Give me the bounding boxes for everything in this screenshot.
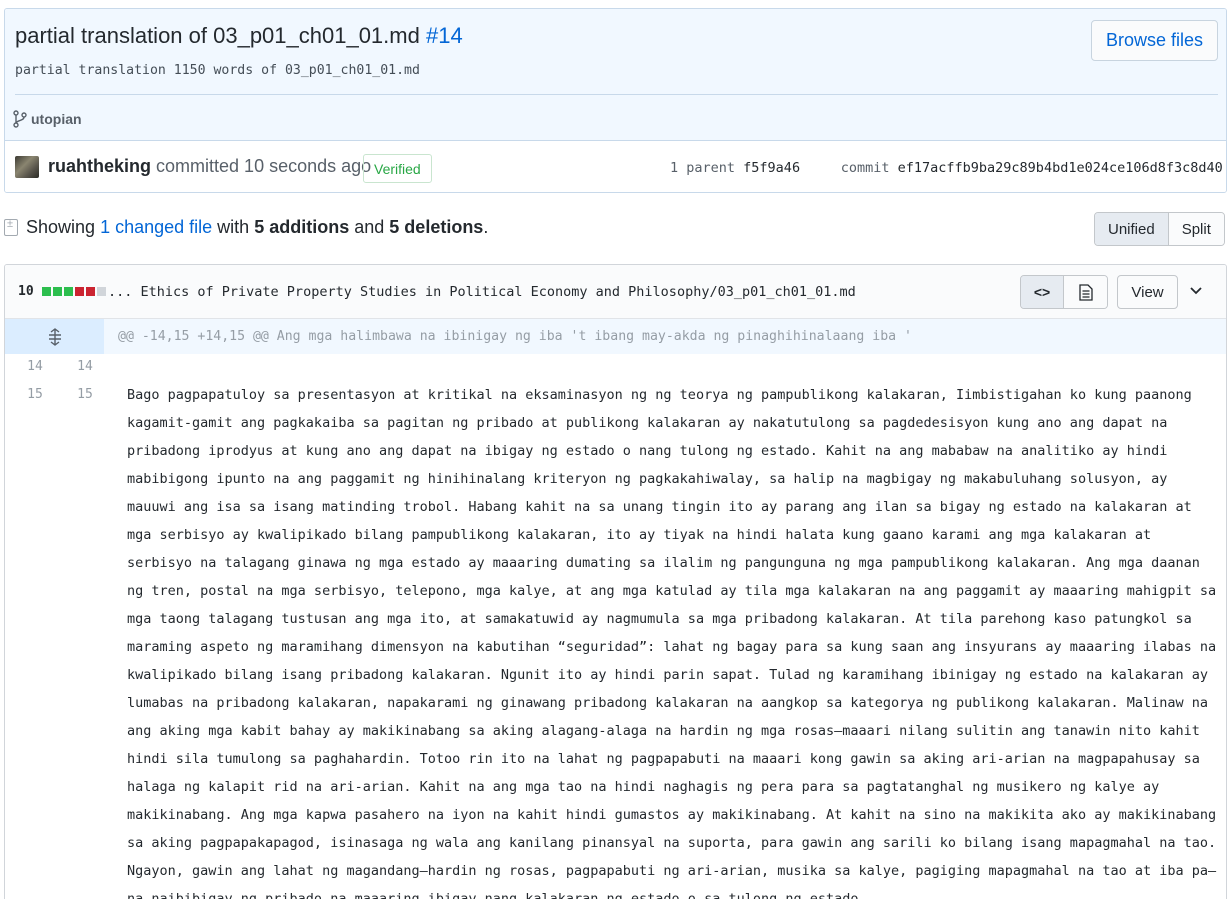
committed-time: committed 10 seconds ago <box>156 156 372 176</box>
new-line-number[interactable]: 14 <box>65 359 105 374</box>
parent-label: 1 parent <box>670 160 736 176</box>
diffstat-block-neu <box>96 287 106 296</box>
commit-parent-info: 1 parent f5f9a46 commit ef17acffb9ba29c8… <box>670 160 1223 176</box>
author-line: ruahtheking committed 10 seconds ago <box>48 156 371 177</box>
additions-count: 5 additions <box>254 217 350 237</box>
diffstat-block-del <box>85 287 95 296</box>
code-line: Bago pagpapatuloy sa presentasyon at kri… <box>127 387 1225 899</box>
display-toggle: <> <box>1020 275 1108 309</box>
file-header: 10 ... Ethics of Private Property Studie… <box>5 265 1226 319</box>
commit-description: partial translation 1150 words of 03_p01… <box>15 63 420 78</box>
diff-view-toggle: Unified Split <box>1094 212 1225 246</box>
browse-files-button[interactable]: Browse files <box>1091 20 1218 61</box>
change-count: 10 <box>18 284 34 299</box>
diff-line: 15 15 Bago pagpapatuloy sa presentasyon … <box>5 381 1226 899</box>
author-link[interactable]: ruahtheking <box>48 156 151 176</box>
old-line-number[interactable]: 15 <box>15 381 55 409</box>
commit-title-text: partial translation of 03_p01_ch01_01.md <box>15 23 420 48</box>
code-icon: <> <box>1033 284 1051 300</box>
and-label: and <box>354 217 385 237</box>
file-diff: 10 ... Ethics of Private Property Studie… <box>4 264 1227 899</box>
with-label: with <box>217 217 250 237</box>
avatar[interactable] <box>15 156 39 178</box>
file-path[interactable]: ... Ethics of Private Property Studies i… <box>108 284 856 300</box>
expand-icon[interactable] <box>5 319 104 354</box>
commit-header: partial translation of 03_p01_ch01_01.md… <box>4 8 1227 193</box>
branch-link[interactable]: utopian <box>31 111 82 127</box>
source-diff-button[interactable]: <> <box>1021 276 1064 308</box>
chevron-down-icon[interactable] <box>1190 283 1202 299</box>
parent-sha-link[interactable]: f5f9a46 <box>743 160 800 176</box>
showing-label: Showing <box>26 217 96 237</box>
verified-badge[interactable]: Verified <box>363 154 432 183</box>
diff-line: 14 14 <box>5 354 1226 381</box>
diffstat-block-add <box>52 287 62 296</box>
divider <box>15 94 1218 95</box>
commit-sha: ef17acffb9ba29c89b4bd1e024ce106d8f3c8d40 <box>897 160 1223 176</box>
commit-label: commit <box>840 160 890 176</box>
diffstat-block-del <box>74 287 84 296</box>
file-icon <box>1078 283 1093 301</box>
hunk-header-text: @@ -14,15 +14,15 @@ Ang mga halimbawa na… <box>118 329 912 344</box>
git-branch-icon <box>13 110 27 128</box>
split-button[interactable]: Split <box>1168 213 1224 245</box>
view-file-button[interactable]: View <box>1117 275 1178 309</box>
commit-title: partial translation of 03_p01_ch01_01.md… <box>15 23 463 49</box>
file-diff-icon <box>4 218 18 236</box>
diffstat-block-add <box>63 287 73 296</box>
hunk-header: @@ -14,15 +14,15 @@ Ang mga halimbawa na… <box>5 319 1226 354</box>
commit-meta: ruahtheking committed 10 seconds ago Ver… <box>5 140 1226 192</box>
changed-files-link[interactable]: 1 changed file <box>100 217 212 237</box>
diffstat-block-add <box>41 287 51 296</box>
new-line-number[interactable]: 15 <box>65 381 105 409</box>
diffstat-blocks <box>41 287 106 296</box>
diffstat: 10 <box>18 284 106 299</box>
period: . <box>483 217 489 237</box>
rich-diff-button[interactable] <box>1064 276 1107 308</box>
old-line-number[interactable]: 14 <box>15 359 55 374</box>
diff-summary: Showing 1 changed file with 5 additions … <box>4 217 488 238</box>
unified-button[interactable]: Unified <box>1095 213 1169 245</box>
deletions-count: 5 deletions <box>389 217 484 237</box>
branch-list: utopian <box>13 110 82 128</box>
pr-link[interactable]: #14 <box>426 23 463 48</box>
commit-summary: partial translation of 03_p01_ch01_01.md… <box>5 9 1226 140</box>
